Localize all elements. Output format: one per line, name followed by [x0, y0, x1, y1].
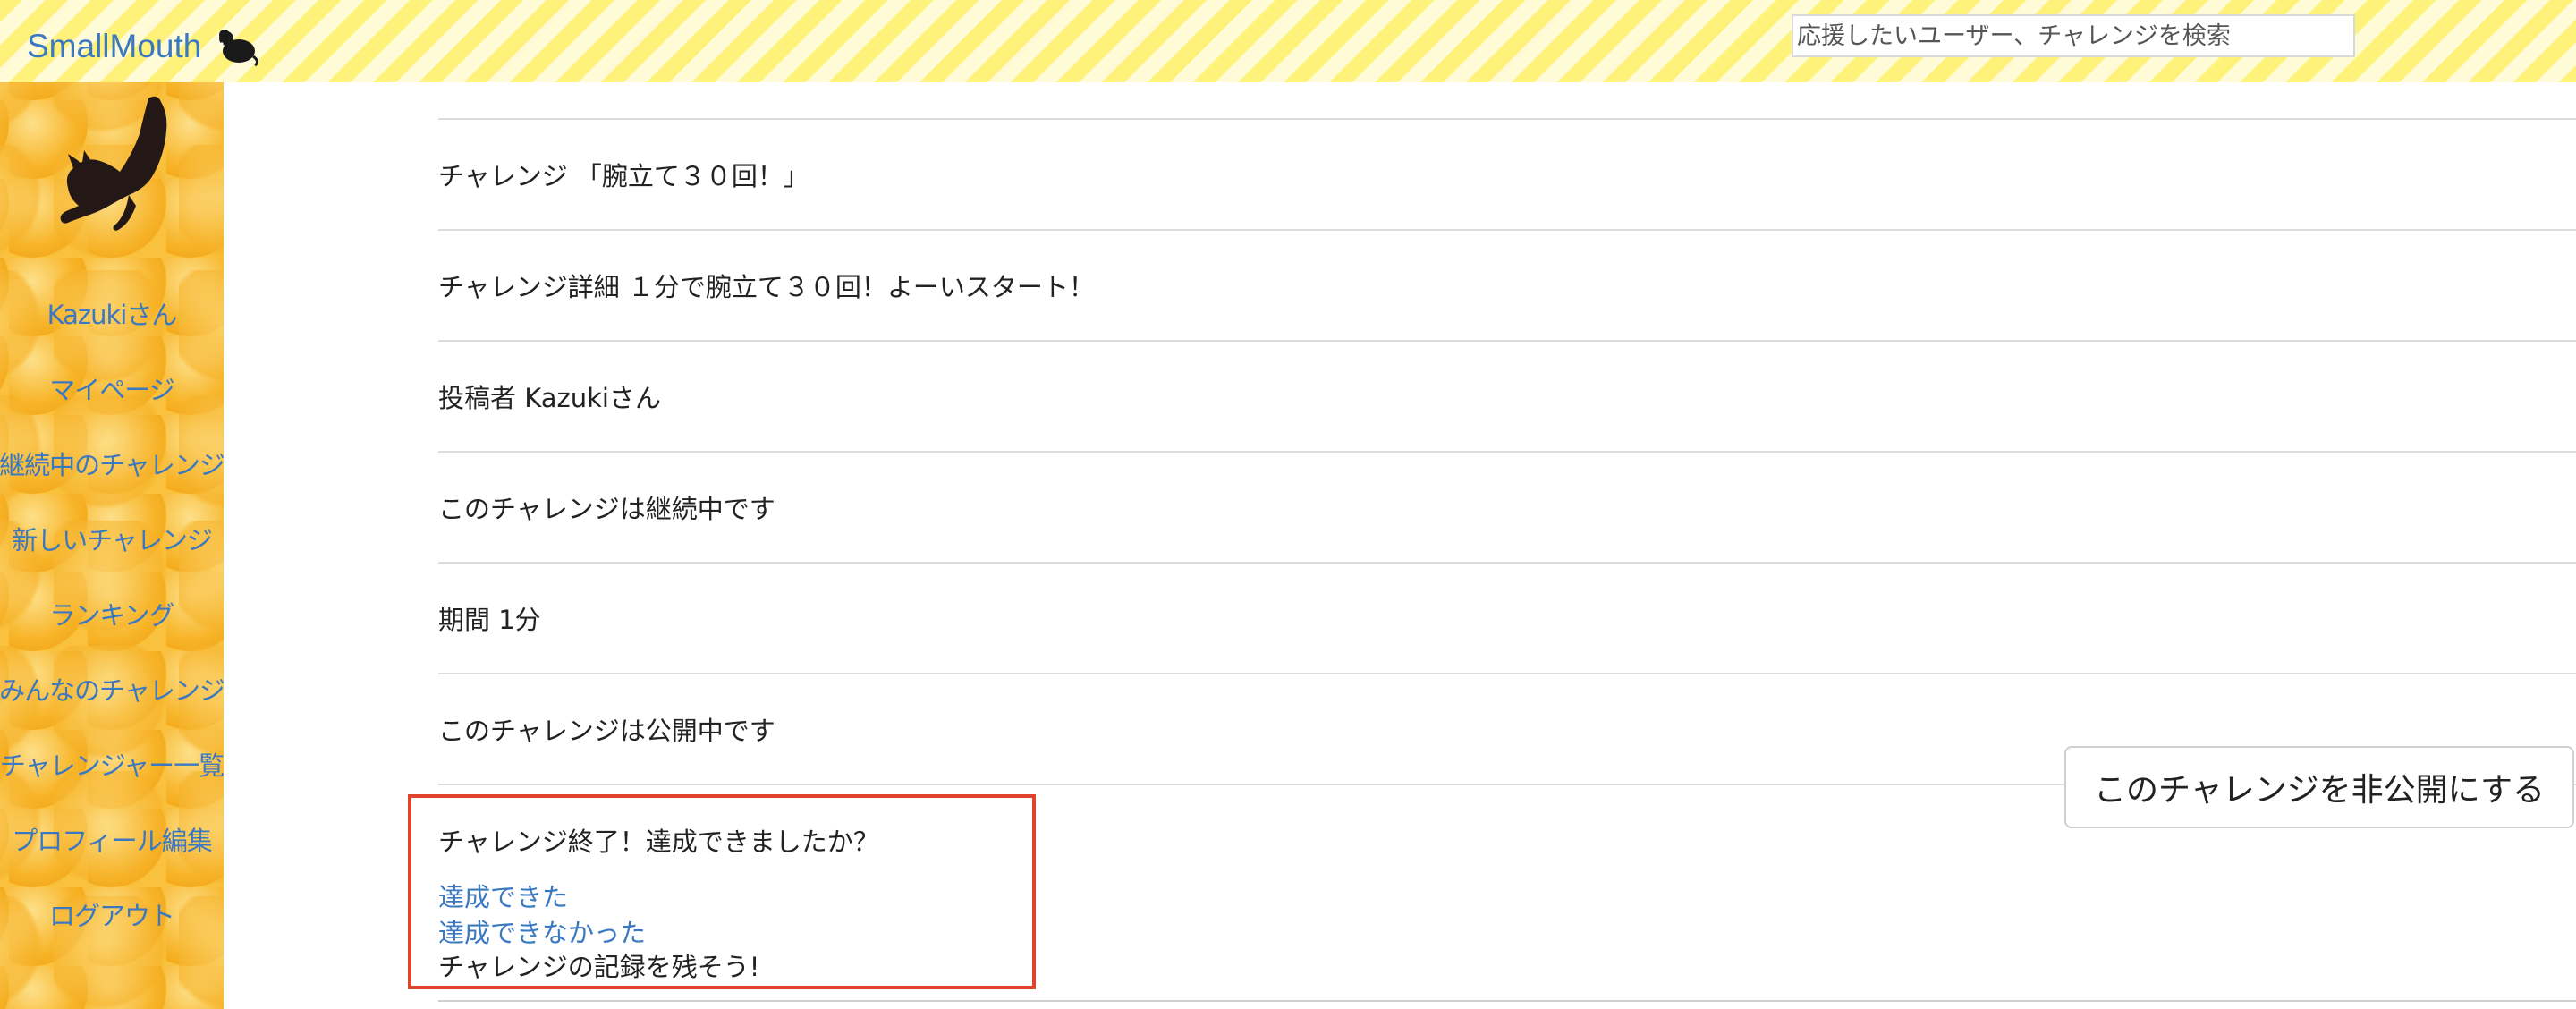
search-input[interactable] — [1792, 14, 2355, 57]
result-question: チャレンジ終了！達成できましたか？ — [438, 827, 879, 857]
sidebar-item-logout[interactable]: ログアウト — [0, 878, 224, 954]
sidebar-item-ranking[interactable]: ランキング — [0, 578, 224, 653]
sidebar-item-ongoing-challenges[interactable]: 継続中のチャレンジ — [0, 428, 224, 503]
challenge-status: このチャレンジは継続中です — [438, 451, 2576, 562]
cat-icon — [60, 96, 167, 231]
sidebar-item-user[interactable]: Kazukiさん — [0, 277, 224, 352]
challenge-period: 期間 1分 — [438, 562, 2576, 673]
brand-logo[interactable]: SmallMouth — [27, 21, 260, 72]
brand-name[interactable]: SmallMouth — [27, 28, 201, 65]
make-private-button[interactable]: このチャレンジを非公開にする — [2064, 746, 2574, 828]
sidebar-item-new-challenge[interactable]: 新しいチャレンジ — [0, 503, 224, 578]
sidebar-item-edit-profile[interactable]: プロフィール編集 — [0, 803, 224, 878]
challenge-title: チャレンジ 「腕立て３０回！」 — [438, 118, 2576, 229]
record-prompt: チャレンジの記録を残そう! — [438, 952, 760, 982]
challenge-detail: チャレンジ詳細 １分で腕立て３０回！よーいスタート！ — [438, 229, 2576, 340]
sidebar-nav: Kazukiさん マイページ 継続中のチャレンジ 新しいチャレンジ ランキング … — [0, 277, 224, 954]
achieved-link[interactable]: 達成できた — [438, 877, 568, 914]
header-bar: SmallMouth — [0, 0, 2576, 82]
not-achieved-link[interactable]: 達成できなかった — [438, 912, 646, 950]
sidebar-item-everyone-challenges[interactable]: みんなのチャレンジ — [0, 653, 224, 728]
mouse-icon — [219, 30, 259, 67]
sidebar-item-challenger-list[interactable]: チャレンジャー一覧 — [0, 728, 224, 803]
challenge-author: 投稿者 Kazukiさん — [438, 340, 2576, 451]
record-input-top-border — [438, 1000, 2576, 1002]
sidebar-item-mypage[interactable]: マイページ — [0, 352, 224, 428]
sidebar: Kazukiさん マイページ 継続中のチャレンジ 新しいチャレンジ ランキング … — [0, 82, 224, 1009]
